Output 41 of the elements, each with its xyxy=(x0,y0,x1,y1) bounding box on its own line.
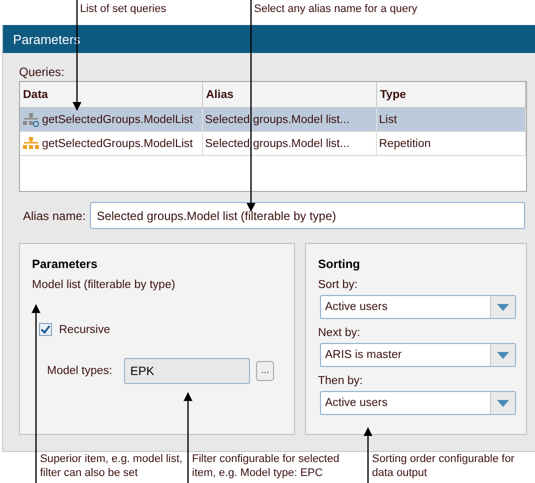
window-title: Parameters xyxy=(13,32,80,46)
callout-text: Sorting order configurable for data output xyxy=(372,452,516,480)
alias-label: Alias name: xyxy=(23,208,86,222)
parameter-item: Model list (filterable by type) xyxy=(32,279,176,291)
column-header[interactable]: Type xyxy=(377,82,526,107)
hierarchy-icon xyxy=(23,136,39,150)
sort-dropdown[interactable]: Active users xyxy=(320,295,516,319)
callout-text: Filter configurable for selected item, e.g. Model type: EPC xyxy=(192,452,340,480)
hierarchy-icon xyxy=(23,112,39,126)
queries-label: Queries: xyxy=(19,65,66,79)
table-cell: List xyxy=(377,108,526,131)
table-cell: Repetition xyxy=(377,132,526,155)
column-header[interactable]: Data xyxy=(20,82,203,107)
panel-title: Sorting xyxy=(318,257,361,271)
checkmark-icon xyxy=(40,324,51,335)
callout-text: Select any alias name for a query xyxy=(254,2,418,16)
query-row[interactable]: getSelectedGroups.ModelList Selected groups.Model list... List xyxy=(20,108,526,132)
table-cell: Selected groups.Model list... xyxy=(203,108,377,131)
panel-title: Parameters xyxy=(32,257,98,271)
model-types-field[interactable]: EPK xyxy=(124,358,250,384)
callout-arrow xyxy=(363,427,373,483)
checkbox-label: Recursive xyxy=(59,324,110,336)
caret-icon xyxy=(497,352,509,358)
callout-text: Superior item, e.g. model list, filter can also be set xyxy=(40,452,184,480)
sort-label: Next by: xyxy=(318,327,362,339)
sort-dropdown[interactable]: ARIS is master xyxy=(320,343,516,367)
table-cell: Selected groups.Model list... xyxy=(203,132,377,155)
sort-label: Sort by: xyxy=(318,279,359,291)
caret-icon xyxy=(497,400,509,406)
sort-label: Then by: xyxy=(318,375,364,387)
model-types-label: Model types: xyxy=(47,365,112,377)
recursive-checkbox[interactable] xyxy=(39,323,52,336)
query-data: getSelectedGroups.ModelList xyxy=(42,138,193,150)
query-data: getSelectedGroups.ModelList xyxy=(42,114,193,126)
alias-input[interactable]: Selected groups.Model list (filterable by type) xyxy=(90,202,525,229)
sort-dropdown[interactable]: Active users xyxy=(320,391,516,415)
browse-button[interactable]: ... xyxy=(256,361,274,381)
column-header[interactable]: Alias xyxy=(203,82,377,107)
callout-text: List of set queries xyxy=(80,2,166,16)
caret-icon xyxy=(497,304,509,310)
query-row[interactable]: getSelectedGroups.ModelList Selected groups.Model list... Repetition xyxy=(20,132,526,156)
